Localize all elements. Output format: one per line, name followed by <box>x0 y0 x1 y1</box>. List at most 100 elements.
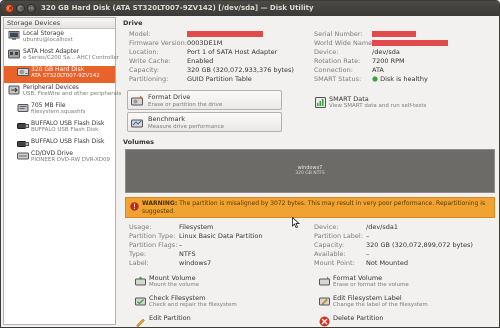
mount-volume-title: Mount Volume <box>149 274 196 282</box>
volume-partition-bar[interactable]: windows7 320 GB NTFS <box>125 149 495 193</box>
device-label: Device: <box>314 48 339 56</box>
format-volume-icon <box>319 276 330 286</box>
connection-label: Connection: <box>314 66 353 74</box>
delete-partition-button[interactable]: Delete Partition <box>319 313 469 327</box>
sidebar-item-sata-host-adapter[interactable]: SATA Host Adapter e Series/C200 Sa... AH… <box>4 48 119 65</box>
delete-icon <box>319 316 330 327</box>
sidebar-item-cd-dvd-drive[interactable]: CD/DVD Drive PIONEER DVD-RW DVR-XD09 <box>4 150 115 167</box>
location-label: Location: <box>129 48 159 56</box>
available-value: – <box>366 250 370 258</box>
label-label: Label: <box>129 259 149 267</box>
device-value: /dev/sda <box>372 48 400 56</box>
firmware-label: Firmware Version: <box>129 39 187 47</box>
rotation-value: 7200 RPM <box>372 57 405 65</box>
edit-partition-button[interactable]: Edit Partition <box>135 313 285 327</box>
partitioning-value: GUID Partition Table <box>187 75 252 83</box>
format-drive-button[interactable]: Format Drive Erase or partition the driv… <box>127 90 282 110</box>
flash-disk-icon <box>17 141 29 147</box>
volumes-section-heading: Volumes <box>123 138 155 146</box>
close-window-button[interactable]: × <box>5 4 14 13</box>
edit-filesystem-label-title: Edit Filesystem Label <box>333 294 402 302</box>
sidebar-item-sublabel: ubuntu@localhost <box>23 37 73 43</box>
drive-section-heading: Drive <box>123 19 143 27</box>
sidebar-item-label: Peripheral Devices <box>23 84 79 91</box>
type-label: Type: <box>129 250 147 258</box>
smart-data-title: SMART Data <box>329 95 369 103</box>
check-filesystem-icon <box>135 297 146 306</box>
sidebar-item-sublabel: ATA ST320LT007-9ZV142 <box>31 73 100 79</box>
file-icon <box>17 104 29 112</box>
capacity-value: 320 GB (320,072,933,376 bytes) <box>187 66 294 74</box>
mount-volume-button[interactable]: Mount Volume Mount the volume <box>135 273 285 293</box>
smart-status-value-wrap: Disk is healthy <box>372 75 428 83</box>
volume-device-label: Device: <box>314 223 339 231</box>
window-title: 320 GB Hard Disk (ATA ST320LT007-9ZV142)… <box>41 4 314 12</box>
minimize-window-button[interactable]: – <box>16 4 25 13</box>
type-value: NTFS <box>179 250 196 258</box>
check-filesystem-button[interactable]: Check Filesystem Check and repair the fi… <box>135 293 305 313</box>
capacity-label: Capacity: <box>129 66 160 74</box>
sidebar-item-buffalo-usb-flash-disk-1[interactable]: BUFFALO USB Flash Disk BUFFALO USB Flash… <box>4 120 115 137</box>
wwn-label: World Wide Name: <box>314 39 375 47</box>
usb-icon <box>8 85 20 95</box>
format-drive-title: Format Drive <box>148 93 191 101</box>
title-bar: × – □ 320 GB Hard Disk (ATA ST320LT007-9… <box>1 1 499 16</box>
edit-label-icon <box>319 297 330 306</box>
format-volume-subtitle: Erase or format the volume <box>333 282 409 288</box>
format-volume-button[interactable]: Format Volume Erase or format the volume <box>319 273 479 293</box>
partitioning-label: Partitioning: <box>129 75 169 83</box>
drive-model-value-redacted <box>187 30 263 38</box>
partition-flags-value: – <box>179 241 183 249</box>
sidebar-header: Storage Devices <box>4 18 115 29</box>
smart-data-subtitle: View SMART data and run self-tests <box>329 103 427 109</box>
sidebar-item-label: Local Storage <box>23 30 64 37</box>
partition-label-label: Partition Label: <box>314 232 363 240</box>
sidebar-item-705mb-file[interactable]: 705 MB File filesystem.squashfs <box>4 102 115 119</box>
minimize-icon: – <box>20 5 23 12</box>
available-label: Available: <box>314 250 346 258</box>
main-panel: Drive Model: Firmware Version: 0003DE1M … <box>119 17 499 327</box>
format-drive-subtitle: Erase or partition the drive <box>148 102 223 108</box>
wwn-value-redacted <box>372 39 448 47</box>
sidebar-item-peripheral-devices[interactable]: Peripheral Devices USB, FireWire and oth… <box>4 84 121 101</box>
format-volume-title: Format Volume <box>333 274 383 282</box>
check-filesystem-subtitle: Check and repair the filesystem <box>149 302 237 308</box>
maximize-window-button[interactable]: □ <box>27 4 36 13</box>
sidebar-item-sublabel: PIONEER DVD-RW DVR-XD09 <box>31 157 111 163</box>
partition-flags-label: Partition Flags: <box>129 241 178 249</box>
usage-value: Filesystem <box>179 223 214 231</box>
sidebar-item-label: SATA Host Adapter <box>23 48 80 55</box>
mount-point-label: Mount Point: <box>314 259 355 267</box>
mouse-cursor-icon <box>292 217 300 228</box>
storage-devices-sidebar[interactable]: Storage Devices Local Storage ubuntu@loc… <box>3 17 121 325</box>
sidebar-item-320gb-hard-disk[interactable]: 320 GB Hard Disk ATA ST320LT007-9ZV142 <box>4 66 115 83</box>
warning-strong: WARNING: <box>142 200 178 207</box>
warning-text: The partition is misaligned by 3072 byte… <box>142 200 486 215</box>
sidebar-item-local-storage[interactable]: Local Storage ubuntu@localhost <box>4 30 115 47</box>
benchmark-button[interactable]: Benchmark Measure drive performance <box>127 112 282 132</box>
serial-label: Serial Number: <box>314 30 363 38</box>
computer-icon <box>8 31 20 40</box>
benchmark-title: Benchmark <box>148 115 186 123</box>
volume-bar-size: 320 GB NTFS <box>295 171 325 176</box>
adapter-icon <box>8 49 20 59</box>
volume-capacity-label: Capacity: <box>314 241 345 249</box>
format-drive-icon <box>131 95 143 106</box>
edit-filesystem-label-button[interactable]: Edit Filesystem Label Change the label o… <box>319 293 489 313</box>
sidebar-item-sublabel: BUFFALO USB Flash Disk <box>31 127 99 133</box>
location-value: Port 1 of SATA Host Adapter <box>187 48 278 56</box>
volume-device-value: /dev/sda1 <box>366 223 398 231</box>
partition-type-value: Linux Basic Data Partition <box>179 232 263 240</box>
sidebar-item-sublabel: filesystem.squashfs <box>31 109 86 115</box>
sidebar-item-buffalo-usb-flash-disk-2[interactable]: BUFFALO USB Flash Disk <box>4 138 115 149</box>
usage-label: Usage: <box>129 223 152 231</box>
connection-value: ATA <box>372 66 384 74</box>
edit-partition-title: Edit Partition <box>149 314 191 322</box>
close-icon: × <box>7 5 14 12</box>
smart-status-label: SMART Status: <box>314 75 362 83</box>
serial-value-redacted <box>372 30 416 38</box>
smart-data-button[interactable]: SMART Data View SMART data and run self-… <box>315 94 475 114</box>
mount-icon <box>135 276 146 286</box>
benchmark-subtitle: Measure drive performance <box>148 124 225 130</box>
disk-utility-window: × – □ 320 GB Hard Disk (ATA ST320LT007-9… <box>0 0 500 328</box>
